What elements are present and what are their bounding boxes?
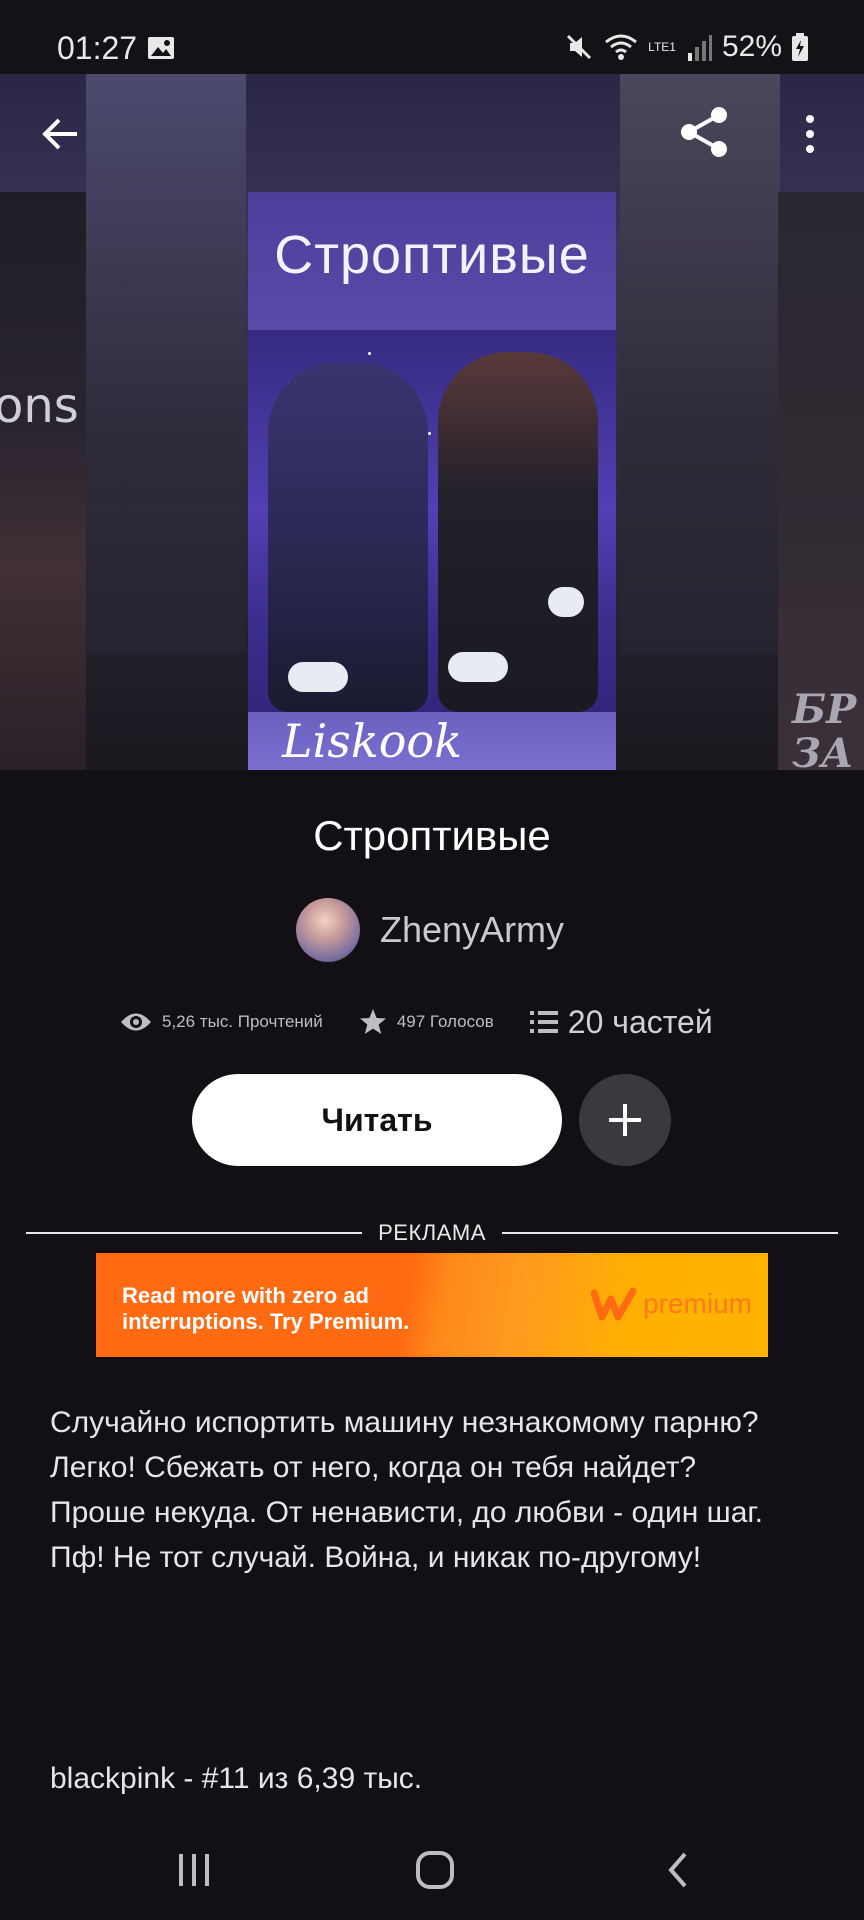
adjacent-book-cover-right[interactable]: БР ЗА [778, 192, 864, 770]
votes-stat: 497 Голосов [359, 1008, 494, 1036]
description-line: Пф! Не тот случай. Война, и никак по-дру… [50, 1541, 702, 1574]
status-indicators: LTE1 52% [564, 30, 808, 64]
reads-count: 5,26 тыс. Прочтений [162, 1012, 323, 1031]
signal-icon [687, 35, 712, 61]
cover-author: Liskook [282, 714, 463, 768]
mute-icon [567, 34, 592, 60]
book-title: Строптивые [313, 812, 551, 859]
story-stats: 5,26 тыс. Прочтений 497 Голосов 20 часте… [120, 1002, 760, 1042]
battery-percent: 52% [721, 30, 782, 63]
story-description: Случайно испортить машину незнакомому па… [50, 1400, 830, 1580]
adjacent-book-cover-left[interactable]: ons [0, 192, 86, 770]
status-bar: 01:27 LTE1 52% [0, 0, 864, 74]
ad-divider: РЕКЛАМА [26, 1218, 838, 1248]
author-avatar [296, 898, 360, 962]
divider-line [502, 1232, 838, 1234]
ad-text: Read more with zero ad interruptions. Tr… [122, 1283, 410, 1334]
parts-count: 20 частей [567, 1003, 713, 1040]
adjacent-cover-title: ons [0, 378, 79, 434]
gallery-notification-icon [148, 37, 174, 59]
back-button[interactable] [30, 104, 90, 164]
votes-count: 497 Голосов [396, 1012, 494, 1031]
hero-background-figure [86, 74, 246, 654]
read-button[interactable]: Читать [192, 1074, 562, 1166]
eye-icon [121, 1013, 151, 1031]
description-line: Проше некуда. От ненависти, до любви - о… [50, 1496, 763, 1529]
share-button[interactable] [672, 100, 736, 164]
ad-brand: premium [591, 1287, 752, 1321]
nav-back-button[interactable] [648, 1840, 708, 1900]
reads-stat: 5,26 тыс. Прочтений [120, 1011, 323, 1033]
description-line: Легко! Сбежать от него, когда он тебя на… [50, 1451, 697, 1484]
ad-banner[interactable]: Read more with zero ad interruptions. Tr… [96, 1253, 768, 1357]
cover-figure [268, 362, 428, 712]
recent-apps-icon [179, 1854, 209, 1886]
ad-brand-text: premium [643, 1288, 752, 1319]
wattpad-logo-icon [591, 1287, 637, 1321]
more-options-button[interactable] [790, 104, 830, 164]
book-cover[interactable]: Строптивые Liskook [248, 192, 616, 770]
description-line: Случайно испортить машину незнакомому па… [50, 1406, 759, 1439]
more-vertical-icon [806, 115, 814, 153]
tag-ranking[interactable]: blackpink - #11 из 6,39 тыс. [50, 1762, 422, 1796]
network-type: LTE1 [648, 40, 676, 54]
add-to-library-button[interactable] [579, 1074, 671, 1166]
list-icon [529, 1011, 558, 1033]
chevron-left-icon [668, 1852, 687, 1888]
star-icon [359, 1009, 386, 1034]
status-time: 01:27 [57, 30, 138, 66]
battery-icon [792, 33, 808, 61]
cover-carousel: ons БР ЗА Строптивые Liskook [0, 74, 864, 770]
wifi-icon [605, 34, 638, 60]
share-icon [681, 107, 727, 157]
recent-apps-button[interactable] [164, 1840, 224, 1900]
author-link[interactable]: ZhenyArmy [296, 898, 564, 962]
adjacent-cover-title: БР ЗА [792, 686, 857, 771]
cover-title: Строптивые [274, 225, 590, 285]
arrow-left-icon [42, 118, 77, 150]
parts-stat[interactable]: 20 частей [529, 1003, 713, 1041]
home-button[interactable] [405, 1840, 465, 1900]
plus-icon [609, 1104, 641, 1136]
system-navigation-bar [0, 1830, 864, 1920]
author-name: ZhenyArmy [380, 909, 565, 950]
home-icon [416, 1851, 454, 1889]
